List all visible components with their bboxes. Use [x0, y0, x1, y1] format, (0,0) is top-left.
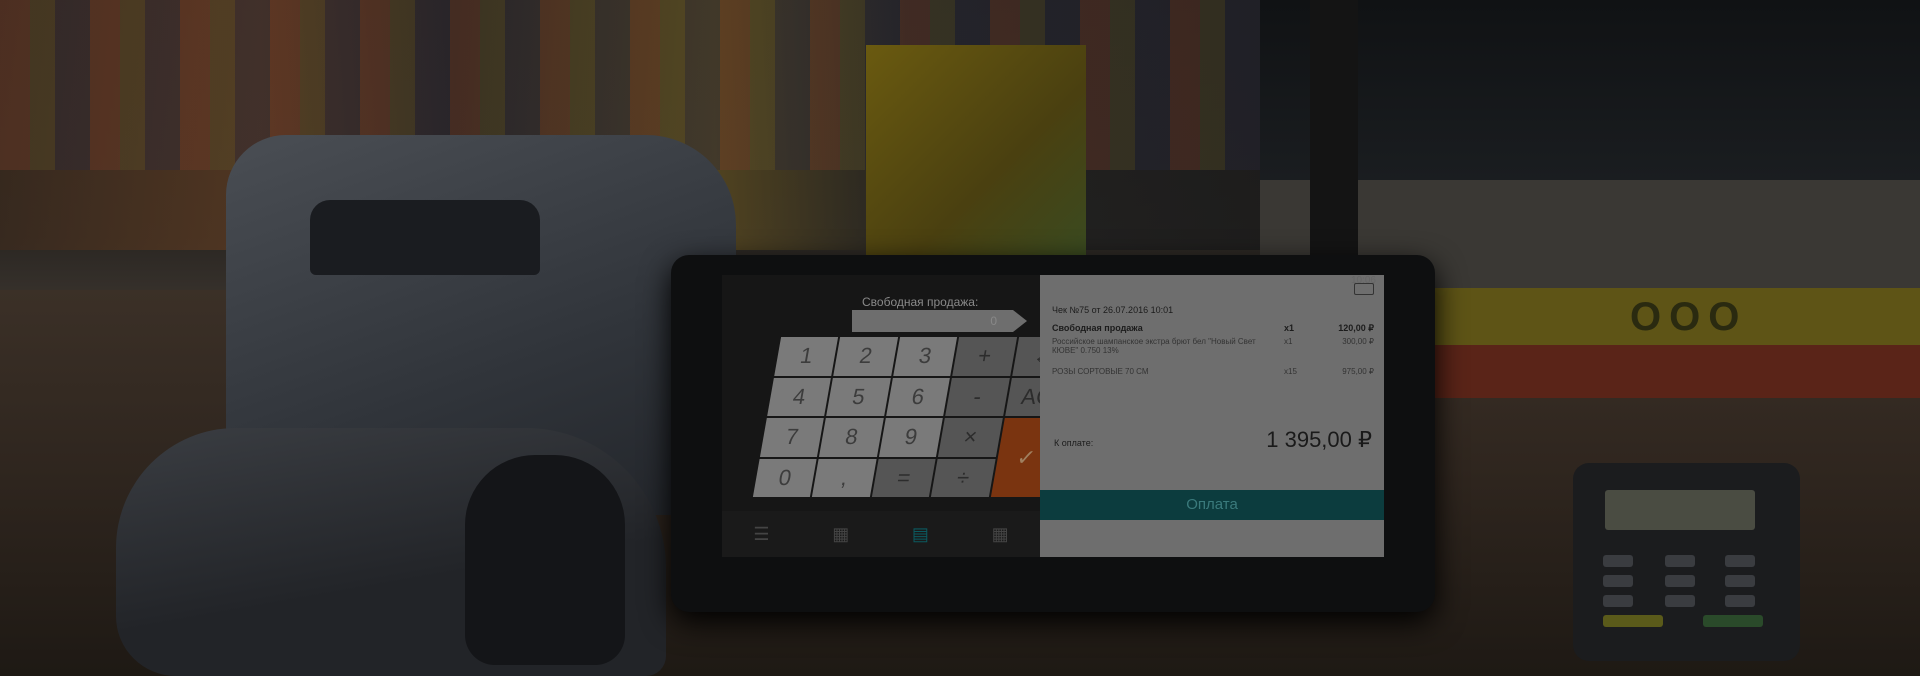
scanner-window — [465, 455, 625, 665]
key-plus[interactable]: + — [952, 337, 1017, 376]
printer-slot — [310, 200, 540, 275]
key-6[interactable]: 6 — [885, 377, 951, 416]
keypad-list-icon[interactable]: ▤ — [912, 524, 929, 545]
key-0[interactable]: 0 — [752, 458, 818, 497]
receipt-item[interactable]: Российское шампанское экстра брют бел "Н… — [1052, 337, 1374, 355]
key-5[interactable]: 5 — [826, 377, 891, 416]
grid-icon[interactable]: ▦ — [832, 524, 849, 545]
key-multiply[interactable]: × — [938, 418, 1003, 457]
key-3[interactable]: 3 — [893, 337, 958, 376]
key-comma[interactable]: , — [812, 458, 877, 497]
bottom-nav: ☰ ▦ ▤ ▦ — [722, 511, 1040, 557]
pole — [1310, 0, 1358, 260]
total-amount: 1 395,00 ₽ — [1266, 427, 1372, 452]
checkmark-icon: ✓ — [1014, 444, 1038, 470]
pos-screen: Свободная продажа: 0 1 2 3 + ← 4 5 6 - A… — [722, 275, 1384, 557]
key-9[interactable]: 9 — [878, 418, 944, 457]
key-8[interactable]: 8 — [819, 418, 884, 457]
key-2[interactable]: 2 — [833, 337, 898, 376]
key-equals[interactable]: = — [871, 458, 936, 497]
key-minus[interactable]: - — [945, 377, 1010, 416]
product-poster — [866, 45, 1086, 255]
key-divide[interactable]: ÷ — [931, 458, 996, 497]
store-sign-text: ООО — [1630, 295, 1748, 339]
receipt-item[interactable]: Свободная продажа x1 120,00 ₽ — [1052, 323, 1374, 334]
pay-button[interactable]: Оплата — [1040, 490, 1384, 520]
amount-input[interactable]: 0 — [852, 310, 1027, 332]
keypad: 1 2 3 + ← 4 5 6 - AC 7 8 9 × ✓ 0 , = ÷ — [752, 337, 1077, 497]
key-7[interactable]: 7 — [760, 418, 825, 457]
receipt-title: Чек №75 от 26.07.2016 10:01 — [1052, 305, 1174, 315]
fridge — [1260, 0, 1920, 180]
numpad-icon[interactable]: ▦ — [992, 524, 1009, 545]
receipt-item[interactable]: РОЗЫ СОРТОВЫЕ 70 СМ x15 975,00 ₽ — [1052, 367, 1374, 376]
key-4[interactable]: 4 — [767, 377, 832, 416]
total-label: К оплате: — [1054, 438, 1094, 448]
key-1[interactable]: 1 — [774, 337, 839, 376]
receipt-panel: 10:06 Чек №75 от 26.07.2016 10:01 Свобод… — [1040, 275, 1384, 557]
receipt-icon[interactable] — [1354, 283, 1374, 295]
sliders-icon[interactable]: ☰ — [753, 524, 769, 545]
card-terminal-display — [1605, 490, 1755, 530]
free-sale-label: Свободная продажа: — [862, 295, 979, 309]
